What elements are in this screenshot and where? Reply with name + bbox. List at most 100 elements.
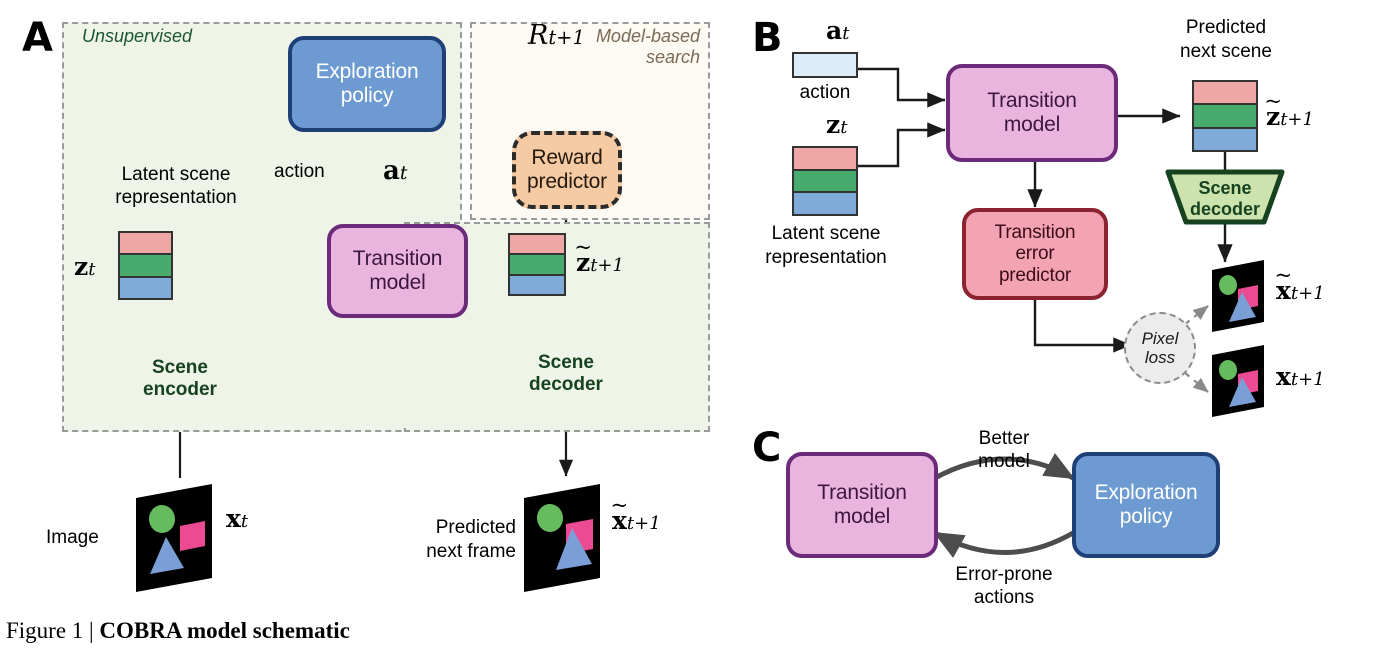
next-latent-seg-red-b [1194, 82, 1256, 106]
predicted-next-scene-line1-b: Predicted [1185, 17, 1267, 38]
next-latent-symbol-b: z ~ t+1 [1264, 91, 1314, 130]
exploration-policy-label-line2-c: policy [1119, 505, 1173, 528]
pixel-loss-line2: loss [1144, 348, 1176, 367]
latent-seg-blue-b [794, 193, 856, 215]
transition-model-box-c[interactable]: Transition model [786, 452, 938, 558]
next-latent-tilde-wrap-b: z ~ [1264, 91, 1282, 129]
next-latent-seg-blue-b [1194, 128, 1256, 150]
image-symbol-subscript-a: t [240, 511, 249, 532]
figure-root: A Unsupervised Model-based search Explor… [0, 0, 1392, 662]
next-latent-subscript-a: t+1 [590, 255, 624, 276]
exploration-policy-box[interactable]: Exploration policy [288, 36, 446, 132]
exploration-policy-box-c[interactable]: Exploration policy [1072, 452, 1220, 558]
action-bar-b [792, 52, 858, 78]
scene-encoder-label-a: Scene encoder [120, 357, 240, 402]
next-latent-stack-a [508, 233, 566, 296]
predicted-frame-line1-a: Predicted [435, 517, 516, 538]
scene-thumbnail-true-b [1212, 345, 1264, 417]
transition-model-label-line2-c: model [833, 505, 891, 528]
figure-caption-title: COBRA model schematic [99, 618, 350, 643]
scene-decoder-line2-a: decoder [529, 374, 603, 396]
transition-model-label-line1-b: Transition [987, 89, 1077, 113]
exploration-policy-label-line1: Exploration [315, 60, 419, 84]
reward-predictor-label-line2: predictor [527, 170, 607, 193]
transition-error-predictor-box[interactable]: Transition error predictor [962, 208, 1108, 300]
pixel-loss-line1: Pixel [1141, 328, 1179, 348]
action-symbol-subscript-a: t [399, 163, 408, 184]
predicted-frame-line2-a: next frame [426, 540, 516, 562]
scene-decoder-label-b: Scene decoder [1165, 178, 1285, 219]
latent-representation-line1-b: Latent scene [771, 223, 881, 244]
scene-encoder-line2-a: encoder [143, 379, 217, 401]
reward-predictor-box[interactable]: Reward predictor [512, 131, 622, 209]
scene-decoder-line1-b: Scene [1198, 178, 1252, 198]
true-frame-subscript-b: t+1 [1290, 369, 1325, 390]
transition-model-box-a[interactable]: Transition model [327, 224, 468, 318]
panel-c-forward-label: Better model [948, 428, 1060, 474]
latent-representation-label-a: Latent scene representation [86, 164, 266, 210]
latent-representation-line1-a: Latent scene [121, 164, 231, 185]
predicted-frame-symbol-b: x ~ t+1 [1275, 265, 1325, 304]
latent-representation-line2-b: representation [765, 246, 887, 268]
region-label-model-based-line2: search [645, 46, 700, 67]
next-latent-tilde-wrap-a: z ~ [574, 237, 592, 275]
scene-encoder-line1-a: Scene [152, 357, 208, 378]
scene-decoder-line2-b: decoder [1189, 198, 1261, 219]
scene-thumbnail-predicted-b [1212, 260, 1264, 332]
latent-seg-green-a [120, 255, 171, 278]
true-frame-letter-b: x [1276, 362, 1291, 391]
region-label-unsupervised: Unsupervised [82, 26, 193, 46]
region-label-model-based-line1: Model-based [595, 26, 700, 46]
panel-c-forward-line2: model [978, 450, 1030, 472]
arrow-pixelloss-to-true-thumb [1183, 371, 1209, 393]
predicted-frame-tilde-wrap-b: x ~ [1275, 265, 1293, 303]
predicted-frame-subscript-a: t+1 [626, 513, 661, 534]
action-label-a: action [274, 161, 325, 182]
latent-symbol-letter-b: z [826, 110, 841, 139]
panel-letter-c: C [752, 425, 782, 471]
figure-caption: Figure 1 | COBRA model schematic [6, 618, 350, 644]
error-predictor-line1: Transition [994, 222, 1076, 244]
predicted-frame-symbol-a: x ~ t+1 [611, 495, 661, 534]
predicted-frame-tilde-wrap-a: x ~ [611, 495, 629, 533]
transition-model-label-line1-c: Transition [817, 481, 907, 505]
latent-stack-b [792, 146, 858, 216]
predicted-next-scene-line2-b: next scene [1180, 40, 1272, 62]
predicted-frame-subscript-b: t+1 [1290, 283, 1325, 304]
scene-decoder-label-a: Scene decoder [506, 352, 626, 397]
transition-model-label-line2-a: model [369, 271, 426, 294]
latent-symbol-b: zt [826, 112, 847, 137]
next-latent-subscript-b: t+1 [1280, 109, 1314, 130]
latent-symbol-subscript-a: t [88, 259, 96, 280]
transition-model-label-line1-a: Transition [352, 247, 443, 271]
action-symbol-b: at [826, 18, 849, 43]
image-symbol-a: xt [226, 506, 248, 531]
latent-representation-line2-a: representation [115, 186, 237, 208]
arrow-error-predictor-to-pixel-loss [1033, 300, 1132, 353]
arrow-latentstack-to-transition [857, 122, 946, 168]
panel-c-backward-line1: Error-prone [955, 564, 1053, 585]
next-latent-tilde-a: ~ [574, 234, 592, 260]
next-latent-seg-red-a [510, 235, 564, 256]
next-latent-symbol-a: z ~ t+1 [574, 237, 624, 276]
next-latent-seg-blue-a [510, 275, 564, 294]
exploration-policy-label-line2: policy [340, 84, 394, 107]
reward-predictor-label-line1: Reward [531, 146, 603, 170]
action-label-b: action [799, 82, 851, 103]
image-symbol-letter-a: x [226, 504, 241, 533]
transition-model-box-b[interactable]: Transition model [946, 64, 1118, 162]
true-frame-symbol-b: xt+1 [1276, 364, 1325, 389]
action-symbol-subscript-b: t [842, 23, 850, 44]
latent-stack-a [118, 231, 173, 300]
latent-seg-red-a [120, 233, 171, 256]
arrow-c-error-prone-actions [933, 530, 1075, 558]
predicted-frame-label-a: Predicted next frame [370, 516, 516, 564]
reward-output-symbol: Rt+1 [528, 22, 585, 49]
arrow-actionbar-to-transition [857, 67, 946, 108]
latent-representation-label-b: Latent scene representation [760, 222, 892, 270]
pixel-loss-node: Pixel loss [1124, 312, 1196, 384]
error-predictor-line3: predictor [998, 264, 1072, 286]
scene-thumbnail-predicted-frame [524, 484, 600, 592]
latent-symbol-subscript-b: t [840, 117, 848, 138]
panel-c-backward-label: Error-prone actions [938, 564, 1070, 610]
